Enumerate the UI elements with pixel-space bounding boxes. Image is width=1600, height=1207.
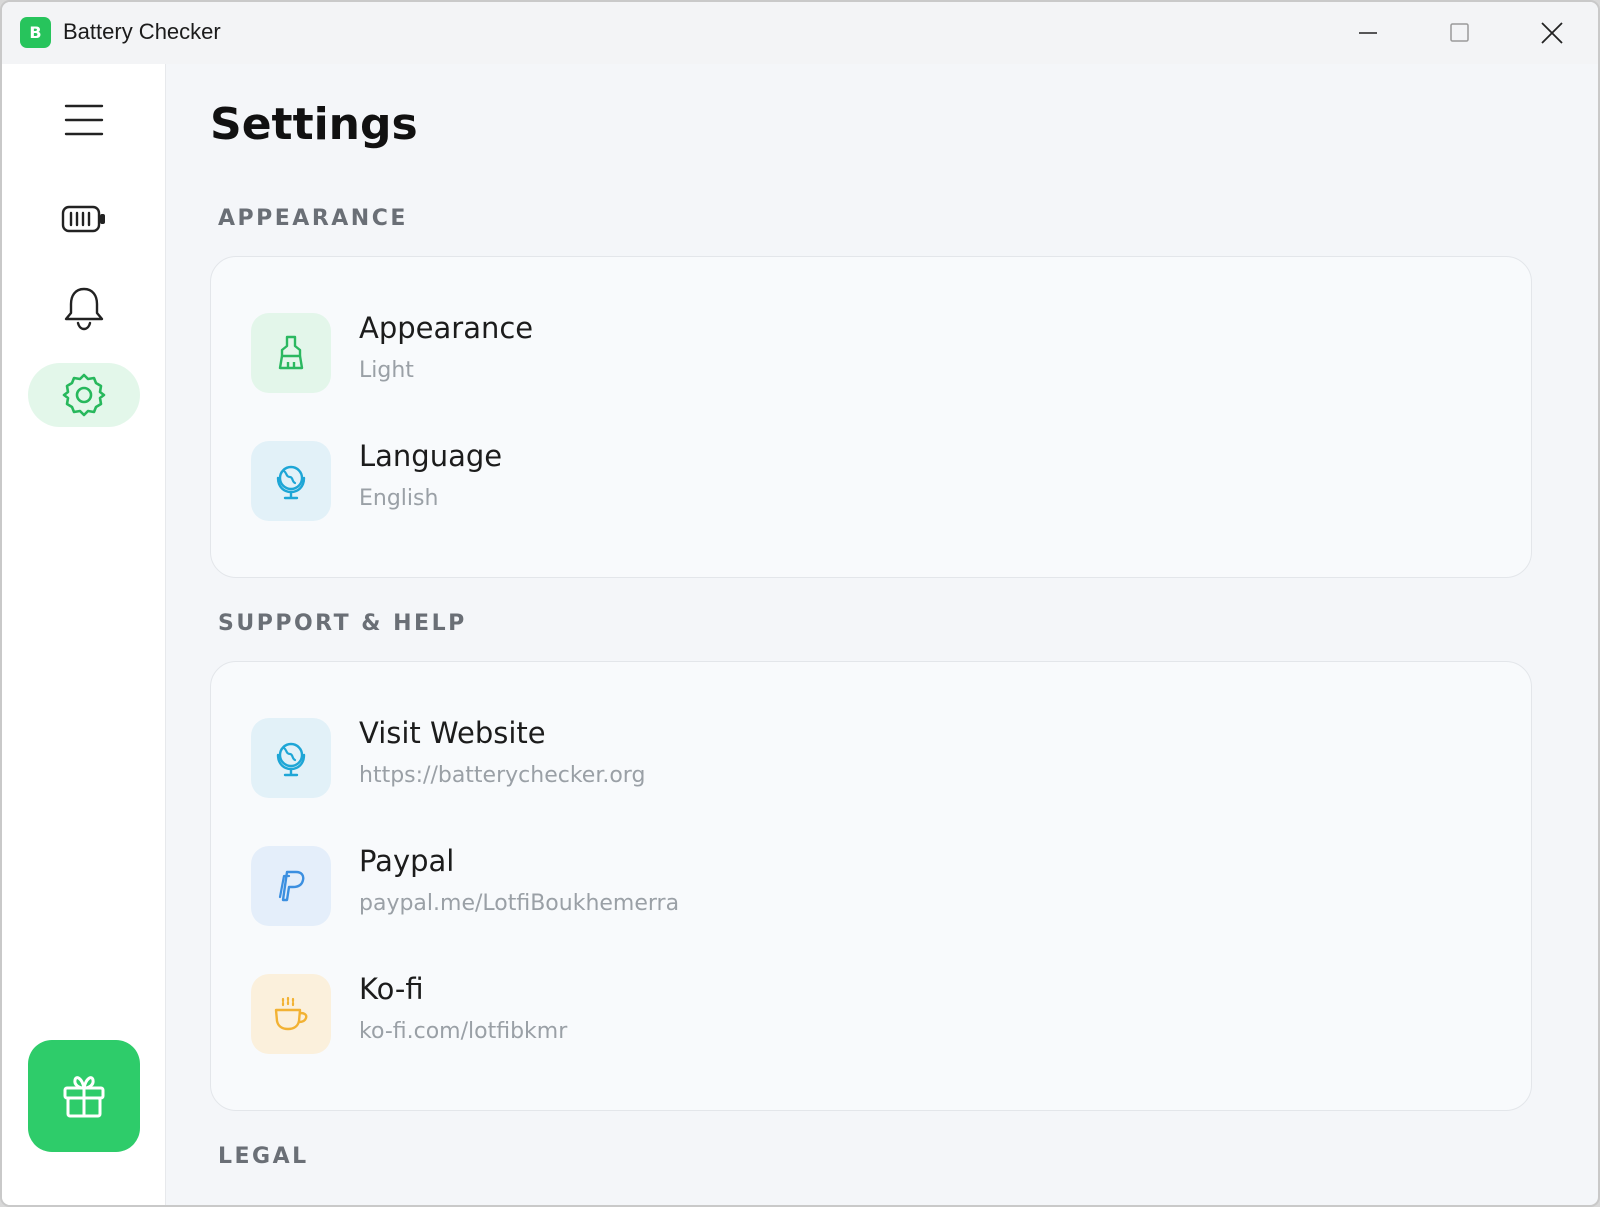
globe-icon bbox=[276, 742, 306, 777]
app-logo-icon: B bbox=[20, 17, 51, 48]
section-header-support: SUPPORT & HELP bbox=[218, 611, 467, 636]
hamburger-menu-icon bbox=[64, 104, 104, 136]
language-icon-tile bbox=[251, 441, 331, 521]
section-header-appearance: APPEARANCE bbox=[218, 206, 408, 231]
title-bar[interactable]: B Battery Checker bbox=[2, 2, 1598, 64]
app-window: B Battery Checker Settings APPEARANCE Ap… bbox=[0, 0, 1600, 1207]
website-icon-tile bbox=[251, 718, 331, 798]
maximize-icon bbox=[1450, 23, 1469, 42]
paypal-icon bbox=[278, 870, 305, 902]
app-logo-glyph: B bbox=[29, 23, 42, 42]
setting-title: Paypal bbox=[359, 844, 455, 878]
setting-title: Language bbox=[359, 439, 503, 473]
sidebar-item-notifications[interactable] bbox=[28, 276, 140, 340]
gift-icon bbox=[63, 1076, 105, 1118]
settings-page: Settings APPEARANCE Appearance Light Lan… bbox=[166, 64, 1598, 1205]
setting-row-kofi[interactable]: Ko-fi ko-fi.com/lotfibkmr bbox=[251, 972, 1451, 1056]
setting-row-language[interactable]: Language English bbox=[251, 439, 1451, 523]
close-icon bbox=[1541, 22, 1563, 44]
window-title: Battery Checker bbox=[63, 19, 221, 44]
minimize-icon bbox=[1359, 32, 1377, 34]
support-card: Visit Website https://batterychecker.org… bbox=[210, 661, 1532, 1111]
paypal-icon-tile bbox=[251, 846, 331, 926]
gear-icon bbox=[62, 373, 106, 417]
setting-row-appearance[interactable]: Appearance Light bbox=[251, 311, 1451, 395]
kofi-icon-tile bbox=[251, 974, 331, 1054]
battery-icon bbox=[61, 205, 105, 233]
sidebar-item-battery[interactable] bbox=[28, 187, 140, 251]
paintbrush-icon bbox=[278, 335, 304, 370]
sidebar-menu-button[interactable] bbox=[28, 88, 140, 152]
minimize-button[interactable] bbox=[1322, 2, 1414, 64]
sidebar-item-settings[interactable] bbox=[28, 363, 140, 427]
coffee-cup-icon bbox=[274, 996, 308, 1031]
setting-link[interactable]: paypal.me/LotfiBoukhemerra bbox=[359, 891, 679, 916]
setting-title: Ko-fi bbox=[359, 972, 424, 1006]
sidebar bbox=[2, 64, 166, 1205]
appearance-icon-tile bbox=[251, 313, 331, 393]
setting-title: Appearance bbox=[359, 311, 534, 345]
appearance-card: Appearance Light Language English bbox=[210, 256, 1532, 578]
globe-icon bbox=[276, 465, 306, 500]
gift-button[interactable] bbox=[28, 1040, 140, 1152]
setting-link[interactable]: ko-fi.com/lotfibkmr bbox=[359, 1019, 567, 1044]
close-button[interactable] bbox=[1506, 2, 1598, 64]
section-header-legal: LEGAL bbox=[218, 1144, 309, 1169]
setting-link[interactable]: https://batterychecker.org bbox=[359, 763, 645, 788]
page-title: Settings bbox=[210, 99, 418, 150]
bell-icon bbox=[64, 287, 104, 331]
setting-title: Visit Website bbox=[359, 716, 546, 750]
setting-value: Light bbox=[359, 358, 414, 383]
setting-value: English bbox=[359, 486, 439, 511]
maximize-button[interactable] bbox=[1414, 2, 1506, 64]
setting-row-paypal[interactable]: Paypal paypal.me/LotfiBoukhemerra bbox=[251, 844, 1451, 928]
setting-row-website[interactable]: Visit Website https://batterychecker.org bbox=[251, 716, 1451, 800]
